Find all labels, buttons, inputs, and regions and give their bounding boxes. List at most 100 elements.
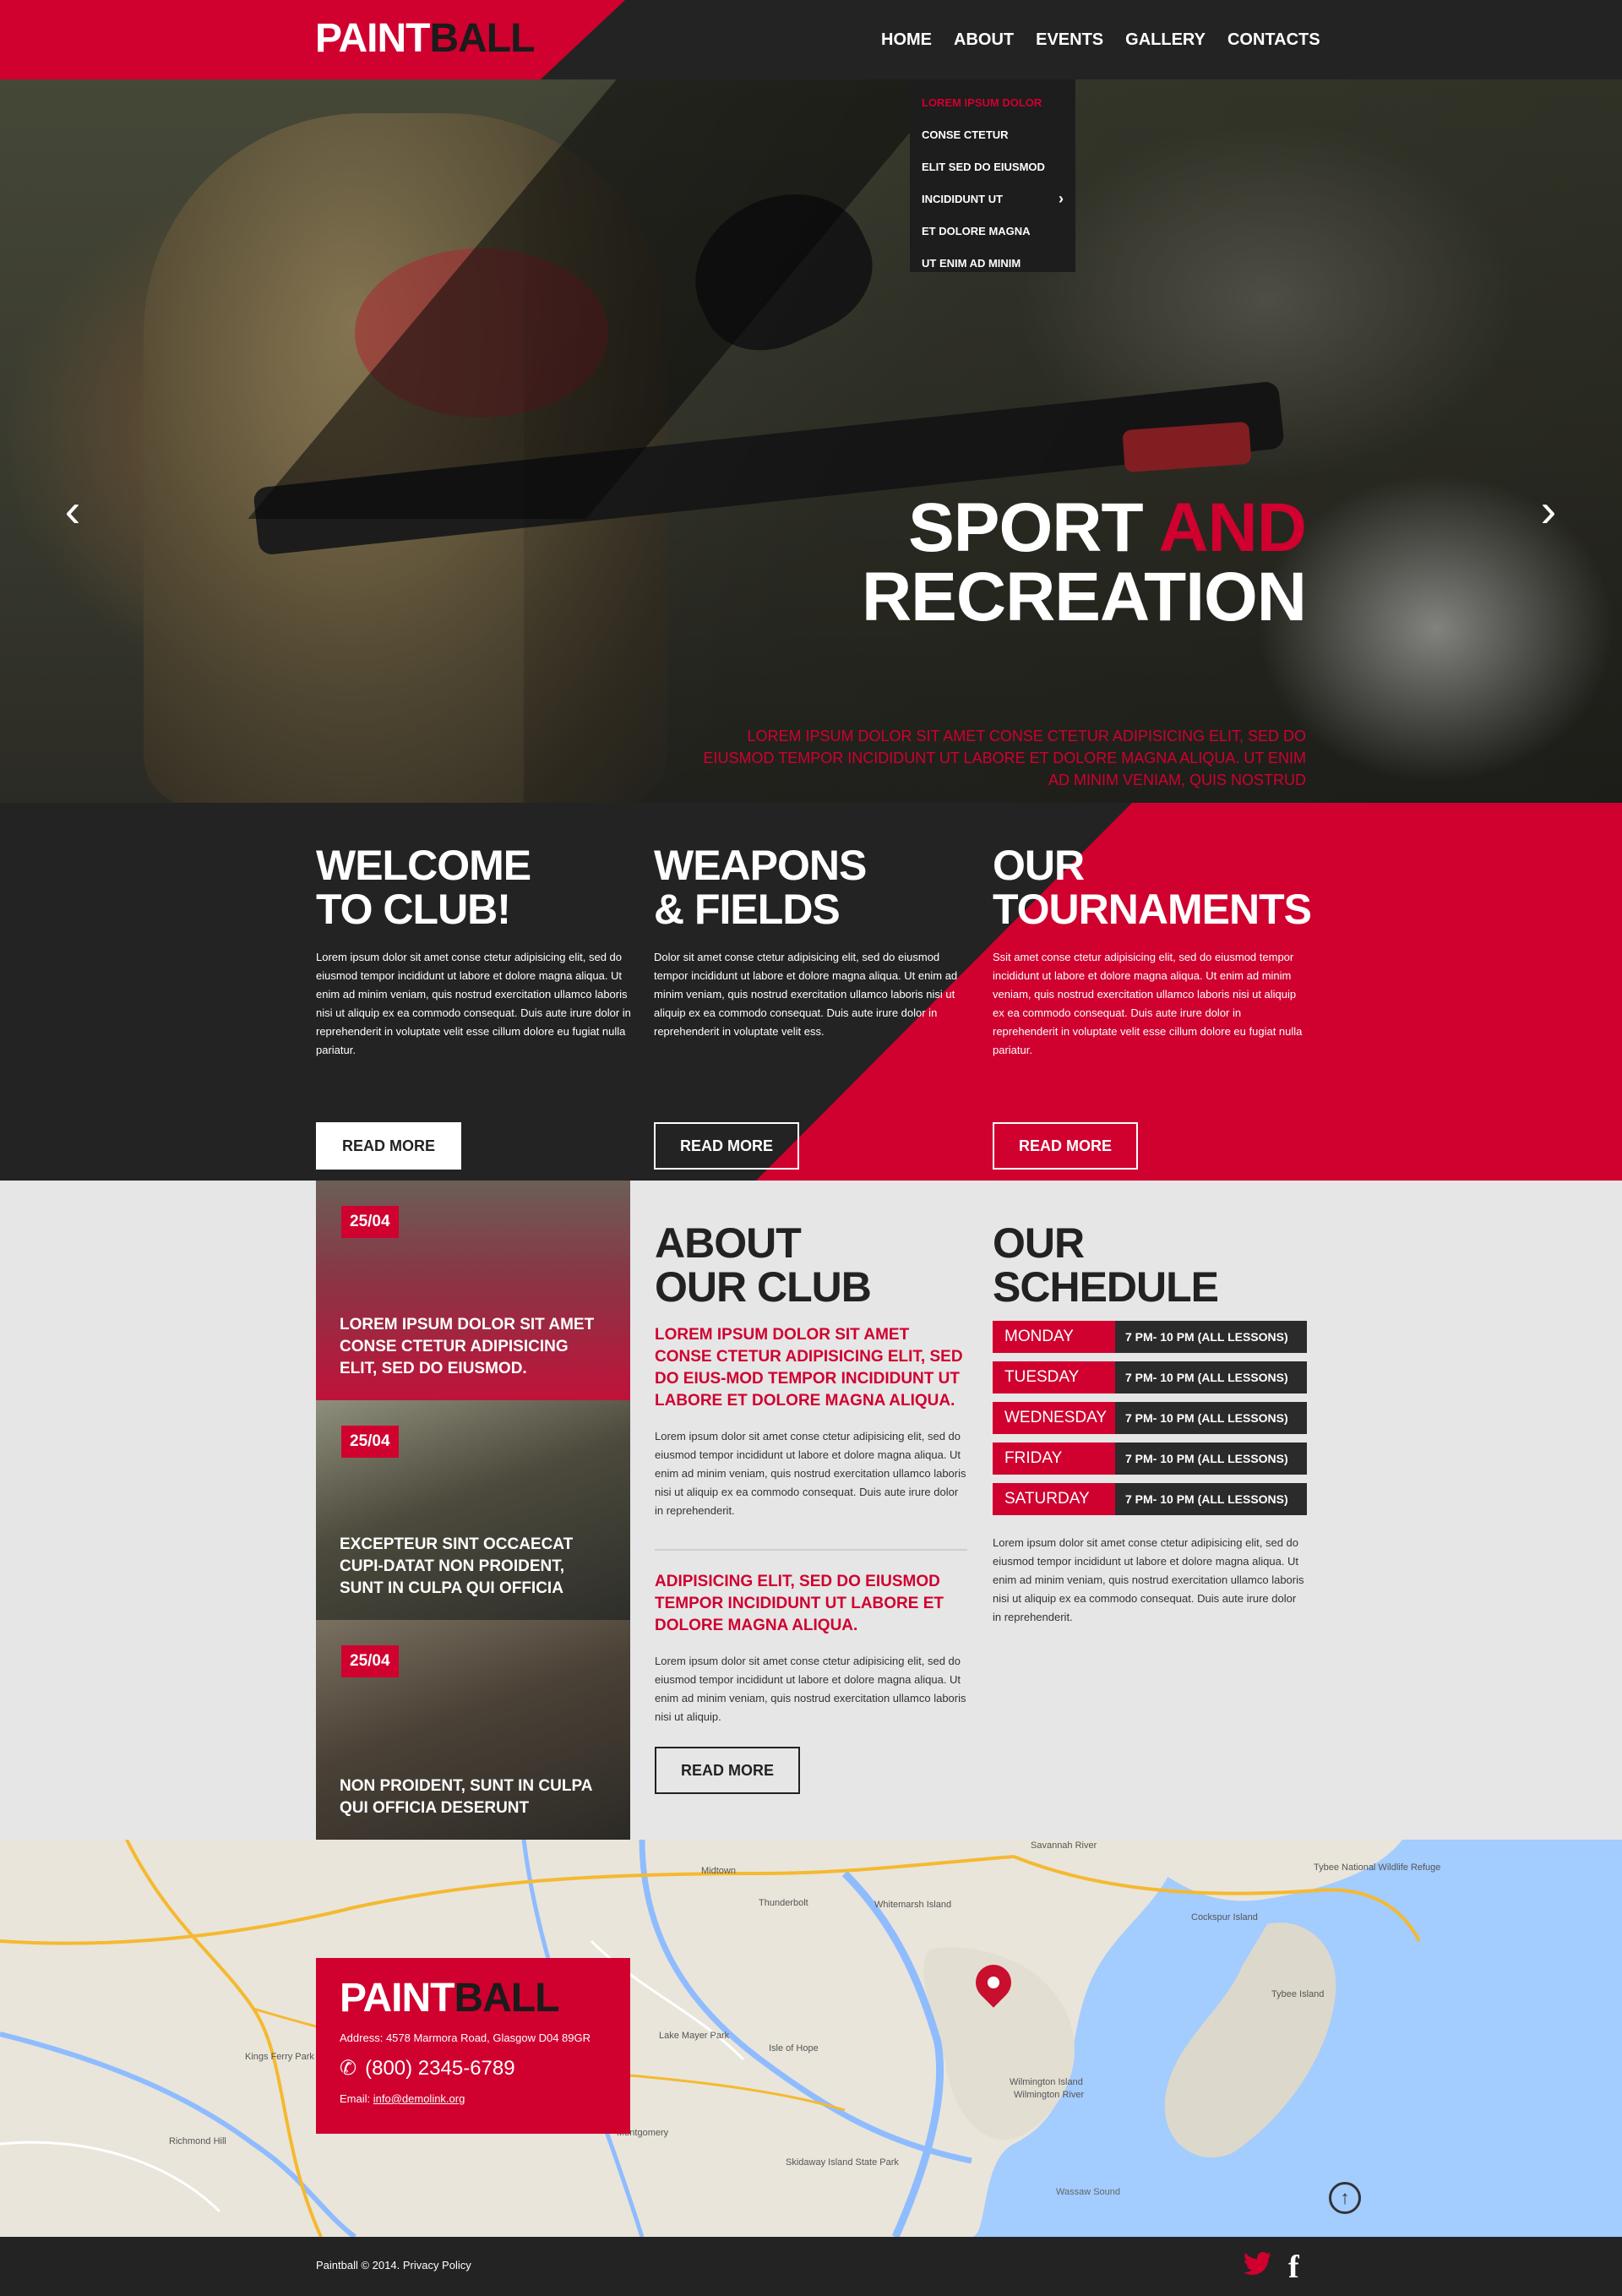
divider bbox=[655, 1549, 967, 1551]
site-logo[interactable]: PAINTBALL bbox=[315, 15, 535, 62]
news-title[interactable]: LOREM IPSUM DOLOR SIT AMET CONSE CTETUR … bbox=[340, 1314, 610, 1380]
map-canvas: Thunderbolt Whitemarsh Island Wilmington… bbox=[0, 1840, 1622, 2237]
schedule-day: TUESDAY bbox=[993, 1361, 1115, 1393]
news-date-badge: 25/04 bbox=[341, 1426, 399, 1458]
dropdown-item[interactable]: LOREM IPSUM DOLOR bbox=[910, 86, 1075, 118]
scroll-to-top-icon[interactable]: ↑ bbox=[1329, 2182, 1361, 2214]
map-label: Skidaway Island State Park bbox=[786, 2157, 899, 2168]
read-more-button[interactable]: READ MORE bbox=[655, 1747, 800, 1794]
feature-title-line: & FIELDS bbox=[654, 886, 841, 933]
nav-about[interactable]: ABOUT bbox=[954, 30, 1014, 50]
dropdown-item[interactable]: UT ENIM AD MINIM bbox=[910, 247, 1075, 279]
news-item[interactable]: 25/04 EXCEPTEUR SINT OCCAECAT CUPI-DATAT… bbox=[316, 1400, 630, 1620]
map-section[interactable]: Thunderbolt Whitemarsh Island Wilmington… bbox=[0, 1840, 1622, 2237]
dropdown-item[interactable]: INCIDIDUNT UT › bbox=[910, 183, 1075, 215]
twitter-icon[interactable] bbox=[1243, 2252, 1272, 2282]
contact-logo: PAINTBALL bbox=[340, 1975, 607, 2021]
feature-welcome: WELCOME TO CLUB! Lorem ipsum dolor sit am… bbox=[316, 843, 633, 1170]
nav-gallery[interactable]: GALLERY bbox=[1125, 30, 1206, 50]
hero-slider: ‹ › SPORT AND RECREATION LOREM IPSUM DOL… bbox=[0, 79, 1622, 803]
map-road bbox=[0, 2141, 221, 2213]
feature-text: Dolor sit amet conse ctetur adipisicing … bbox=[654, 951, 958, 1038]
twitter-icon-glyph bbox=[1243, 2252, 1271, 2275]
slider-next-arrow-icon[interactable]: › bbox=[1532, 485, 1565, 536]
map-label: Savannah River bbox=[1031, 1841, 1097, 1851]
main-nav: HOME ABOUT EVENTS GALLERY CONTACTS bbox=[870, 0, 1331, 79]
contact-phone[interactable]: ✆ (800) 2345-6789 bbox=[340, 2056, 607, 2081]
map-label: Midtown bbox=[701, 1866, 736, 1876]
news-title[interactable]: NON PROIDENT, SUNT IN CULPA QUI OFFICIA … bbox=[340, 1775, 610, 1819]
dropdown-item[interactable]: ET DOLORE MAGNA bbox=[910, 215, 1075, 247]
nav-contacts[interactable]: CONTACTS bbox=[1227, 30, 1320, 50]
footer-copyright: Paintball © 2014. Privacy Policy bbox=[316, 2259, 471, 2271]
map-river bbox=[0, 2031, 357, 2237]
schedule-row: FRIDAY 7 PM- 10 PM (ALL LESSONS) bbox=[993, 1442, 1307, 1475]
dropdown-item-label: LOREM IPSUM DOLOR bbox=[922, 95, 1042, 109]
feature-title: OUR TOURNAMENTS bbox=[993, 842, 1312, 933]
feature-text: Ssit amet conse ctetur adipisicing elit,… bbox=[993, 951, 1303, 1056]
schedule-day: MONDAY bbox=[993, 1321, 1115, 1353]
features-section: WELCOME TO CLUB! Lorem ipsum dolor sit am… bbox=[0, 803, 1622, 1181]
read-more-button[interactable]: READ MORE bbox=[993, 1122, 1138, 1170]
about-text: Lorem ipsum dolor sit amet conse ctetur … bbox=[655, 1655, 966, 1723]
address-value: 4578 Marmora Road, Glasgow D04 89GR bbox=[385, 2031, 591, 2044]
email-link[interactable]: info@demolink.org bbox=[373, 2092, 465, 2105]
hero-title: SPORT AND RECREATION bbox=[861, 494, 1307, 635]
hero-title-line2: RECREATION bbox=[861, 559, 1307, 635]
news-item[interactable]: 25/04 LOREM IPSUM DOLOR SIT AMET CONSE C… bbox=[316, 1181, 630, 1400]
feature-text: Lorem ipsum dolor sit amet conse ctetur … bbox=[316, 951, 631, 1056]
schedule-time: 7 PM- 10 PM (ALL LESSONS) bbox=[1115, 1361, 1307, 1393]
about-highlight: ADIPISICING ELIT, SED DO EIUSMOD TEMPOR … bbox=[655, 1573, 944, 1634]
map-label: Kings Ferry Park bbox=[245, 2052, 314, 2062]
slider-prev-arrow-icon[interactable]: ‹ bbox=[56, 485, 90, 536]
hero-title-accent: AND bbox=[1158, 489, 1307, 566]
feature-title-line: TO CLUB! bbox=[316, 886, 511, 933]
schedule-row: SATURDAY 7 PM- 10 PM (ALL LESSONS) bbox=[993, 1483, 1307, 1515]
schedule-day: WEDNESDAY bbox=[993, 1402, 1115, 1434]
logo-part-2: BALL bbox=[454, 1976, 559, 2021]
logo-part-1: PAINT bbox=[340, 1976, 454, 2021]
dropdown-item-label: CONSE CTETUR bbox=[922, 128, 1009, 141]
dropdown-item-label: INCIDIDUNT UT bbox=[922, 192, 1004, 205]
dropdown-item-label: ELIT SED DO EIUSMOD bbox=[922, 160, 1045, 173]
map-road bbox=[0, 1855, 1015, 1945]
schedule-title-line: SCHEDULE bbox=[993, 1263, 1219, 1311]
dropdown-item[interactable]: CONSE CTETUR bbox=[910, 118, 1075, 150]
header: PAINTBALL HOME ABOUT EVENTS GALLERY CONT… bbox=[0, 0, 1622, 79]
logo-part-2: BALL bbox=[429, 16, 535, 61]
feature-title: WELCOME TO CLUB! bbox=[316, 843, 633, 931]
map-label: Cockspur Island bbox=[1191, 1912, 1258, 1922]
map-label: Tybee National Wildlife Refuge bbox=[1314, 1862, 1440, 1873]
feature-title-line: TOURNAMENTS bbox=[993, 886, 1312, 933]
hero-subtitle: LOREM IPSUM DOLOR SIT AMET CONSE CTETUR … bbox=[703, 728, 1306, 788]
privacy-policy-link[interactable]: Privacy Policy bbox=[403, 2259, 471, 2271]
schedule-title-line: OUR bbox=[993, 1219, 1085, 1267]
nav-events[interactable]: EVENTS bbox=[1036, 30, 1103, 50]
schedule-day: FRIDAY bbox=[993, 1442, 1115, 1475]
feature-title: WEAPONS & FIELDS bbox=[654, 843, 971, 931]
phone-value: (800) 2345-6789 bbox=[365, 2056, 515, 2080]
about-highlight: LOREM IPSUM DOLOR SIT AMET CONSE CTETUR … bbox=[655, 1326, 963, 1410]
contact-card: PAINTBALL Address: 4578 Marmora Road, Gl… bbox=[316, 1958, 630, 2134]
feature-title-line: OUR bbox=[993, 842, 1085, 889]
feature-title-line: WEAPONS bbox=[654, 842, 867, 889]
read-more-button[interactable]: READ MORE bbox=[654, 1122, 799, 1170]
facebook-icon[interactable]: f bbox=[1288, 2249, 1299, 2286]
news-title[interactable]: EXCEPTEUR SINT OCCAECAT CUPI-DATAT NON P… bbox=[340, 1534, 610, 1600]
nav-home[interactable]: HOME bbox=[881, 30, 932, 50]
map-label: Thunderbolt bbox=[759, 1898, 808, 1908]
map-label: Wassaw Sound bbox=[1056, 2187, 1120, 2197]
schedule-time: 7 PM- 10 PM (ALL LESSONS) bbox=[1115, 1402, 1307, 1434]
dropdown-item[interactable]: ELIT SED DO EIUSMOD bbox=[910, 150, 1075, 183]
copyright-text: Paintball © 2014. bbox=[316, 2259, 400, 2271]
about-title: ABOUT OUR CLUB bbox=[655, 1221, 967, 1309]
schedule-title: OUR SCHEDULE bbox=[993, 1221, 1307, 1309]
schedule-time: 7 PM- 10 PM (ALL LESSONS) bbox=[1115, 1442, 1307, 1475]
news-date-badge: 25/04 bbox=[341, 1206, 399, 1238]
news-item[interactable]: 25/04 NON PROIDENT, SUNT IN CULPA QUI OF… bbox=[316, 1620, 630, 1840]
news-list: 25/04 LOREM IPSUM DOLOR SIT AMET CONSE C… bbox=[316, 1181, 630, 1840]
read-more-button[interactable]: READ MORE bbox=[316, 1122, 461, 1170]
about-dropdown-menu: LOREM IPSUM DOLOR CONSE CTETUR ELIT SED … bbox=[910, 79, 1075, 272]
schedule-time: 7 PM- 10 PM (ALL LESSONS) bbox=[1115, 1321, 1307, 1353]
footer: Paintball © 2014. Privacy Policy f bbox=[0, 2237, 1622, 2296]
